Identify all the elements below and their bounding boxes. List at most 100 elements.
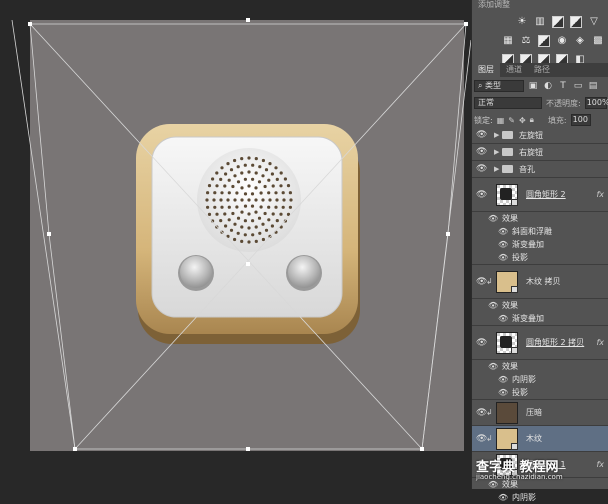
eye-icon[interactable]: 👁︎ — [498, 240, 508, 249]
fx-icon[interactable]: fx — [596, 460, 604, 469]
eye-icon[interactable]: 👁︎ — [488, 362, 498, 371]
radio-icon-artwork — [136, 124, 360, 344]
effect-row[interactable]: 👁︎ 投影 — [472, 251, 608, 265]
effect-name: 投影 — [512, 253, 528, 262]
lock-pixels-icon[interactable]: ▦ — [497, 116, 505, 125]
clip-arrow-icon: ↲ — [486, 277, 493, 286]
eye-icon[interactable]: 👁︎ — [476, 147, 487, 157]
effects-row[interactable]: 👁︎ 效果 — [472, 212, 608, 225]
effects-label: 效果 — [502, 362, 518, 371]
eye-icon[interactable]: 👁︎ — [498, 493, 508, 502]
eye-icon[interactable]: 👁︎ — [476, 434, 487, 444]
layer-thumbnail — [496, 183, 518, 206]
free-transform-overlay[interactable] — [0, 0, 471, 489]
layer-thumbnail — [496, 331, 518, 354]
eye-icon[interactable]: 👁︎ — [498, 227, 508, 236]
lock-paint-icon[interactable]: ✎ — [508, 116, 515, 125]
layer-row[interactable]: 👁︎ ▶ 右旋钮 — [472, 144, 608, 161]
canvas-area[interactable] — [0, 0, 471, 489]
effect-row[interactable]: 👁︎ 渐变叠加 — [472, 312, 608, 326]
chevron-right-icon[interactable]: ▶ — [494, 165, 499, 173]
eye-icon[interactable]: 👁︎ — [476, 277, 487, 287]
curves-icon[interactable] — [552, 15, 564, 28]
lock-all-icon[interactable]: 🔒︎ — [530, 115, 534, 125]
effect-row[interactable]: 👁︎ 内阴影 — [472, 491, 608, 504]
effects-label: 效果 — [502, 301, 518, 310]
layer-row[interactable]: 👁︎ ▶ 音孔 — [472, 161, 608, 178]
eye-icon[interactable]: 👁︎ — [498, 388, 508, 397]
layer-name: 木纹 拷贝 — [526, 277, 561, 286]
eye-icon[interactable]: 👁︎ — [476, 164, 487, 174]
opacity-input[interactable]: 100% — [584, 97, 608, 109]
filter-kind-select[interactable]: ⌕ 类型 — [474, 80, 524, 92]
layers-list: 👁︎ ▶ 左旋钮 👁︎ ▶ 右旋钮 👁︎ ▶ 音孔 👁︎ 圆角矩形 2 fx 👁… — [472, 127, 608, 504]
layer-row[interactable]: 👁︎ ↲ 木纹 — [472, 426, 608, 452]
layer-row[interactable]: 👁︎ 圆角矩形 2 拷贝 fx — [472, 326, 608, 360]
layer-thumbnail — [496, 270, 518, 293]
bw-icon[interactable] — [538, 34, 550, 47]
lock-move-icon[interactable]: ✥ — [519, 116, 526, 125]
adjust-filter-icon[interactable]: ◐ — [542, 81, 554, 91]
eye-icon[interactable]: 👁︎ — [476, 408, 487, 418]
eye-icon[interactable]: 👁︎ — [476, 130, 487, 140]
layer-thumbnail — [496, 401, 518, 424]
right-panel: 添加调整 ☀ ▥ ▽ ▦ ⚖ ◉ ◈ ▩ ◧ 图层 通道 路径 ⌕ 类型 ▣ ◐… — [471, 0, 608, 502]
eye-icon[interactable]: 👁︎ — [476, 338, 487, 348]
watermark-url: jiaocheng.chazidian.com — [476, 473, 563, 481]
layer-row[interactable]: 👁︎ ↲ 压暗 — [472, 400, 608, 426]
effects-row[interactable]: 👁︎ 效果 — [472, 299, 608, 312]
fill-input[interactable]: 100 — [570, 114, 591, 126]
pixel-filter-icon[interactable]: ▣ — [527, 81, 539, 91]
fill-label: 填充: — [547, 115, 567, 125]
type-filter-icon[interactable]: T — [557, 81, 569, 91]
effect-row[interactable]: 👁︎ 内阴影 — [472, 373, 608, 386]
sun-icon[interactable]: ☀ — [516, 16, 528, 28]
tab-channels[interactable]: 通道 — [500, 63, 528, 77]
blend-mode-select[interactable]: 正常 — [474, 97, 542, 109]
smart-filter-icon[interactable]: ▤ — [587, 81, 599, 91]
grid-icon[interactable]: ▩ — [592, 35, 604, 47]
layer-name: 右旋钮 — [519, 147, 543, 157]
folder-icon — [502, 131, 513, 139]
levels-icon[interactable]: ▥ — [534, 16, 546, 28]
effect-row[interactable]: 👁︎ 斜面和浮雕 — [472, 225, 608, 238]
eye-icon[interactable]: 👁︎ — [498, 314, 508, 323]
exposure-icon[interactable] — [570, 15, 582, 28]
adjustments-row-2: ▦ ⚖ ◉ ◈ ▩ — [472, 31, 608, 50]
tab-layers[interactable]: 图层 — [472, 63, 500, 77]
tab-paths[interactable]: 路径 — [528, 63, 556, 77]
photo-filter-icon[interactable]: ◉ — [556, 35, 568, 47]
layer-row[interactable]: 👁︎ 圆角矩形 2 fx — [472, 178, 608, 212]
chevron-right-icon[interactable]: ▶ — [494, 148, 499, 156]
effect-row[interactable]: 👁︎ 渐变叠加 — [472, 238, 608, 251]
balance-icon[interactable]: ⚖ — [520, 35, 532, 47]
eye-icon[interactable]: 👁︎ — [488, 214, 498, 223]
shape-filter-icon[interactable]: ▭ — [572, 81, 584, 91]
effect-name: 内阴影 — [512, 493, 536, 502]
vibrance-icon[interactable]: ▦ — [502, 35, 514, 47]
clip-arrow-icon: ↲ — [486, 408, 493, 417]
layer-name: 圆角矩形 2 拷贝 — [526, 338, 585, 347]
lock-label: 锁定: — [474, 115, 493, 125]
layer-filter-row: ⌕ 类型 ▣ ◐ T ▭ ▤ — [474, 79, 606, 93]
triangle-icon[interactable]: ▽ — [588, 16, 600, 28]
fx-icon[interactable]: fx — [596, 190, 604, 199]
channel-mixer-icon[interactable]: ◈ — [574, 35, 586, 47]
layer-name: 圆角矩形 2 — [526, 190, 566, 199]
effects-row[interactable]: 👁︎ 效果 — [472, 360, 608, 373]
eye-icon[interactable]: 👁︎ — [498, 375, 508, 384]
layers-tabs: 图层 通道 路径 — [472, 63, 608, 77]
eye-icon[interactable]: 👁︎ — [488, 480, 498, 489]
effect-row[interactable]: 👁︎ 投影 — [472, 386, 608, 400]
chevron-right-icon[interactable]: ▶ — [494, 131, 499, 139]
eye-icon[interactable]: 👁︎ — [488, 301, 498, 310]
filter-kind-label: 类型 — [485, 81, 502, 90]
watermark: 查字典 教程网 jiaocheng.chazidian.com — [476, 456, 563, 481]
layer-row[interactable]: 👁︎ ↲ 木纹 拷贝 — [472, 265, 608, 299]
effects-label: 效果 — [502, 214, 518, 223]
fx-icon[interactable]: fx — [596, 338, 604, 347]
eye-icon[interactable]: 👁︎ — [476, 190, 487, 200]
adjustments-title: 添加调整 — [478, 0, 510, 9]
eye-icon[interactable]: 👁︎ — [498, 253, 508, 262]
layer-row[interactable]: 👁︎ ▶ 左旋钮 — [472, 127, 608, 144]
